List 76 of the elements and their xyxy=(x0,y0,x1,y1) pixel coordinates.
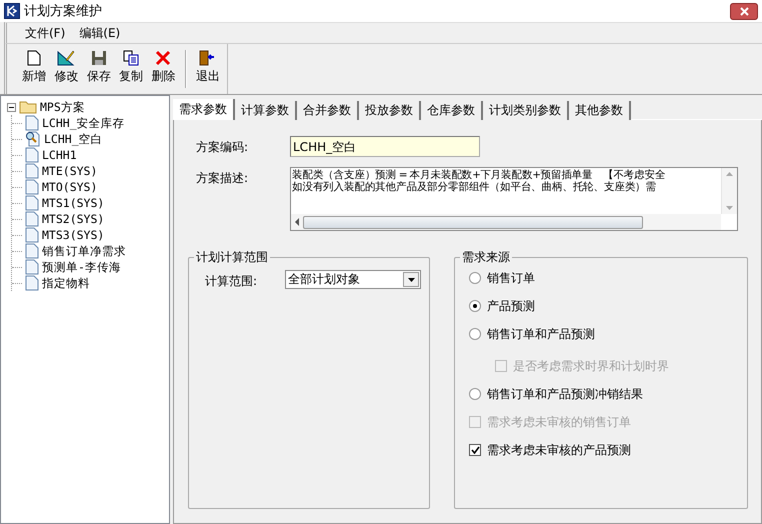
tree-item[interactable]: LCHH1 xyxy=(42,148,77,162)
tab[interactable]: 合并参数 xyxy=(297,101,359,120)
tree-item[interactable]: LCHH_安全库存 xyxy=(42,116,125,130)
document-icon xyxy=(25,211,39,227)
window-title: 计划方案维护 xyxy=(24,3,103,20)
description-line: 如没有列入装配的其他产品及部分零部组件（如平台、曲柄、托轮、支座类）需 xyxy=(292,181,658,193)
tree-item[interactable]: MPS方案 xyxy=(40,100,85,114)
toolbar-button[interactable]: 新增 xyxy=(21,46,48,92)
document-icon xyxy=(25,115,39,131)
radio-button[interactable] xyxy=(469,300,481,312)
toolbar-button[interactable]: 修改 xyxy=(53,46,80,92)
option-label: 销售订单和产品预测冲销结果 xyxy=(487,386,643,402)
tree-item[interactable]: 销售订单净需求 xyxy=(42,244,126,258)
menu-item[interactable]: 文件(F) xyxy=(21,24,70,42)
tree-item[interactable]: MTO(SYS) xyxy=(42,180,98,194)
folder-icon xyxy=(19,100,37,114)
document-icon xyxy=(25,227,39,243)
toolbar-button[interactable]: 复制 xyxy=(118,46,144,92)
option-label: 需求考虑未审核的销售订单 xyxy=(487,414,631,430)
scheme-code-field[interactable]: LCHH_空白 xyxy=(290,136,480,157)
option-label: 销售订单和产品预测 xyxy=(487,326,595,342)
document-icon xyxy=(25,179,39,195)
tree-item[interactable]: 预测单-李传海 xyxy=(42,260,121,274)
description-line: 装配类（含支座）预测 = 本月未装配数+下月装配数+预留插单量 【不考虑安全 xyxy=(292,169,666,181)
group-title: 计划计算范围 xyxy=(195,249,269,266)
magnifier-document-icon xyxy=(25,131,41,147)
scroll-down-icon[interactable] xyxy=(726,206,733,210)
new-document-icon xyxy=(27,50,42,66)
tree-item[interactable]: MTS2(SYS) xyxy=(42,212,104,226)
tab[interactable]: 需求参数 xyxy=(173,99,235,120)
toolbar-button[interactable]: 删除 xyxy=(150,46,177,92)
tab[interactable]: 仓库参数 xyxy=(421,101,483,120)
menu-item[interactable]: 编辑(E) xyxy=(75,24,124,42)
copy-icon xyxy=(123,50,140,66)
document-icon xyxy=(25,147,39,163)
scroll-up-icon[interactable] xyxy=(726,172,733,176)
document-icon xyxy=(25,259,39,275)
option-label: 需求考虑未审核的产品预测 xyxy=(487,442,631,458)
radio-button[interactable] xyxy=(469,328,481,340)
toolbar-button[interactable]: 退出 xyxy=(194,46,221,92)
checkbox[interactable] xyxy=(469,444,481,456)
radio-button[interactable] xyxy=(469,272,481,284)
field-label: 计算范围: xyxy=(204,273,258,290)
tree-item[interactable]: MTS3(SYS) xyxy=(42,228,104,242)
radio-button[interactable] xyxy=(469,388,481,400)
close-icon xyxy=(740,6,748,16)
document-icon xyxy=(25,243,39,259)
tree-item[interactable]: MTE(SYS) xyxy=(42,164,98,178)
tree-item[interactable]: 指定物料 xyxy=(42,276,90,290)
document-icon xyxy=(25,275,39,291)
close-button[interactable] xyxy=(730,2,758,20)
group-title: 需求来源 xyxy=(461,249,511,266)
pencil-ruler-icon xyxy=(57,50,76,66)
horizontal-scrollbar[interactable] xyxy=(291,214,721,230)
document-icon xyxy=(25,195,39,211)
field-label: 方案描述: xyxy=(195,170,250,187)
option-label: 销售订单 xyxy=(487,270,535,286)
tab[interactable]: 其他参数 xyxy=(569,101,631,120)
tree-item[interactable]: LCHH_空白 xyxy=(44,132,103,146)
scroll-left-icon[interactable] xyxy=(293,218,301,226)
description-field[interactable]: 装配类（含支座）预测 = 本月未装配数+下月装配数+预留插单量 【不考虑安全 如没有列入装配的其他产品及部分零部组件（如平台、曲柄、托轮、支座类）需 xyxy=(290,167,738,231)
collapse-toggle[interactable] xyxy=(7,102,16,112)
option-label: 是否考虑需求时界和计划时界 xyxy=(513,358,669,374)
document-icon xyxy=(25,163,39,179)
delete-icon xyxy=(155,50,172,66)
tab[interactable]: 计算参数 xyxy=(235,101,297,120)
app-logo-icon xyxy=(4,3,20,19)
range-dropdown[interactable]: 全部计划对象 xyxy=(285,270,421,289)
tab[interactable]: 投放参数 xyxy=(359,101,421,120)
tab[interactable]: 计划类别参数 xyxy=(483,101,569,120)
field-label: 方案编码: xyxy=(195,139,250,156)
vertical-scrollbar[interactable] xyxy=(721,168,737,214)
option-label: 产品预测 xyxy=(487,298,535,314)
tree-item[interactable]: MTS1(SYS) xyxy=(42,196,104,210)
exit-door-icon xyxy=(198,50,217,66)
toolbar-button[interactable]: 保存 xyxy=(86,46,112,92)
